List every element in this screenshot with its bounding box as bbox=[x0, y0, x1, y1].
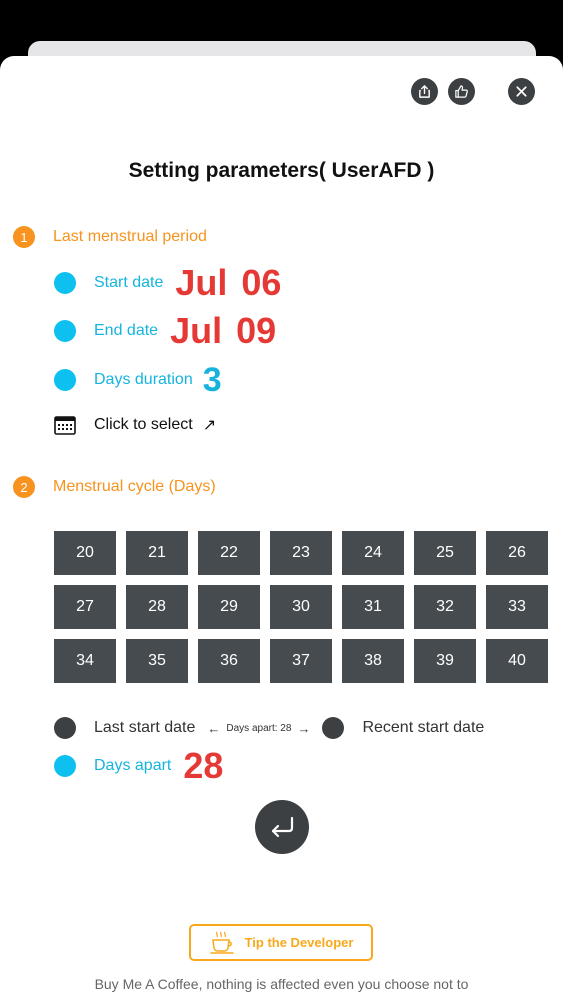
close-button[interactable] bbox=[508, 78, 535, 105]
cycle-day-button[interactable]: 28 bbox=[126, 585, 188, 629]
cycle-day-button[interactable]: 35 bbox=[126, 639, 188, 683]
cycle-day-button[interactable]: 36 bbox=[198, 639, 260, 683]
section-number-badge: 1 bbox=[13, 226, 35, 248]
footer-note: Buy Me A Coffee, nothing is affected eve… bbox=[94, 976, 469, 992]
days-apart-small-label: Days apart: 28 bbox=[226, 722, 292, 734]
cycle-day-button[interactable]: 32 bbox=[414, 585, 476, 629]
return-icon bbox=[271, 816, 294, 838]
days-apart-label: Days apart bbox=[94, 757, 172, 774]
recent-start-dot bbox=[322, 717, 345, 739]
cycle-day-button[interactable]: 22 bbox=[198, 531, 260, 575]
section-label: Menstrual cycle (Days) bbox=[53, 478, 216, 495]
close-icon bbox=[516, 86, 527, 97]
cycle-day-button[interactable]: 29 bbox=[198, 585, 260, 629]
tip-developer-button[interactable]: Tip the Developer bbox=[189, 924, 373, 961]
tip-developer-label: Tip the Developer bbox=[244, 935, 354, 950]
end-date-label: End date bbox=[94, 322, 159, 339]
end-day: 09 bbox=[236, 310, 277, 351]
duration-dot bbox=[54, 369, 76, 391]
duration-value: 3 bbox=[202, 360, 222, 399]
cycle-day-button[interactable]: 40 bbox=[486, 639, 548, 683]
start-date-row[interactable]: Start date Jul 06 bbox=[54, 262, 281, 304]
cycle-day-button[interactable]: 26 bbox=[486, 531, 548, 575]
cycle-day-button[interactable]: 39 bbox=[414, 639, 476, 683]
start-date-dot bbox=[54, 272, 76, 294]
last-start-dot bbox=[54, 717, 76, 739]
end-month: Jul bbox=[170, 310, 223, 351]
right-arrow-icon: → bbox=[297, 720, 311, 736]
start-month: Jul bbox=[175, 262, 228, 303]
cycle-day-button[interactable]: 34 bbox=[54, 639, 116, 683]
click-to-select-label: Click to select bbox=[94, 416, 193, 433]
cycle-day-button[interactable]: 24 bbox=[342, 531, 404, 575]
start-dates-legend: Last start date ← Days apart: 28 → Recen… bbox=[54, 716, 484, 740]
section-last-period: 1 Last menstrual period bbox=[13, 226, 207, 248]
cycle-day-button[interactable]: 21 bbox=[126, 531, 188, 575]
left-arrow-icon: ← bbox=[207, 720, 221, 736]
calendar-icon bbox=[54, 416, 76, 435]
cycle-day-button[interactable]: 38 bbox=[342, 639, 404, 683]
page-title: Setting parameters( UserAFD ) bbox=[128, 159, 435, 182]
recent-start-label: Recent start date bbox=[362, 719, 485, 736]
start-day: 06 bbox=[241, 262, 282, 303]
end-date-row[interactable]: End date Jul 09 bbox=[54, 310, 276, 352]
section-cycle: 2 Menstrual cycle (Days) bbox=[13, 476, 216, 498]
duration-label: Days duration bbox=[94, 371, 193, 388]
cycle-day-button[interactable]: 33 bbox=[486, 585, 548, 629]
cycle-day-button[interactable]: 23 bbox=[270, 531, 332, 575]
section-number-badge: 2 bbox=[13, 476, 35, 498]
days-apart-value: 28 bbox=[183, 745, 224, 786]
last-start-label: Last start date bbox=[94, 719, 196, 736]
days-apart-row: Days apart 28 bbox=[54, 745, 224, 786]
cycle-day-button[interactable]: 30 bbox=[270, 585, 332, 629]
end-date-value: Jul 09 bbox=[170, 310, 276, 352]
coffee-cup-icon bbox=[209, 931, 234, 954]
settings-sheet: Setting parameters( UserAFD ) 1 Last men… bbox=[0, 56, 563, 1000]
external-arrow-icon: ↗ bbox=[202, 417, 217, 434]
cycle-day-button[interactable]: 27 bbox=[54, 585, 116, 629]
duration-row: Days duration 3 bbox=[54, 360, 222, 400]
click-to-select-row[interactable]: Click to select ↗ bbox=[54, 412, 216, 438]
cycle-days-grid: 20 21 22 23 24 25 26 27 28 29 30 31 32 3… bbox=[54, 531, 548, 683]
cycle-day-button[interactable]: 37 bbox=[270, 639, 332, 683]
cycle-day-button[interactable]: 31 bbox=[342, 585, 404, 629]
section-label: Last menstrual period bbox=[53, 228, 207, 245]
thumbs-up-icon bbox=[455, 85, 468, 98]
return-button[interactable] bbox=[255, 800, 309, 854]
like-button[interactable] bbox=[448, 78, 475, 105]
share-icon bbox=[419, 85, 430, 98]
start-date-label: Start date bbox=[94, 274, 164, 291]
share-button[interactable] bbox=[411, 78, 438, 105]
cycle-day-button[interactable]: 25 bbox=[414, 531, 476, 575]
start-date-value: Jul 06 bbox=[175, 262, 281, 304]
cycle-day-button[interactable]: 20 bbox=[54, 531, 116, 575]
end-date-dot bbox=[54, 320, 76, 342]
days-apart-dot bbox=[54, 755, 76, 777]
